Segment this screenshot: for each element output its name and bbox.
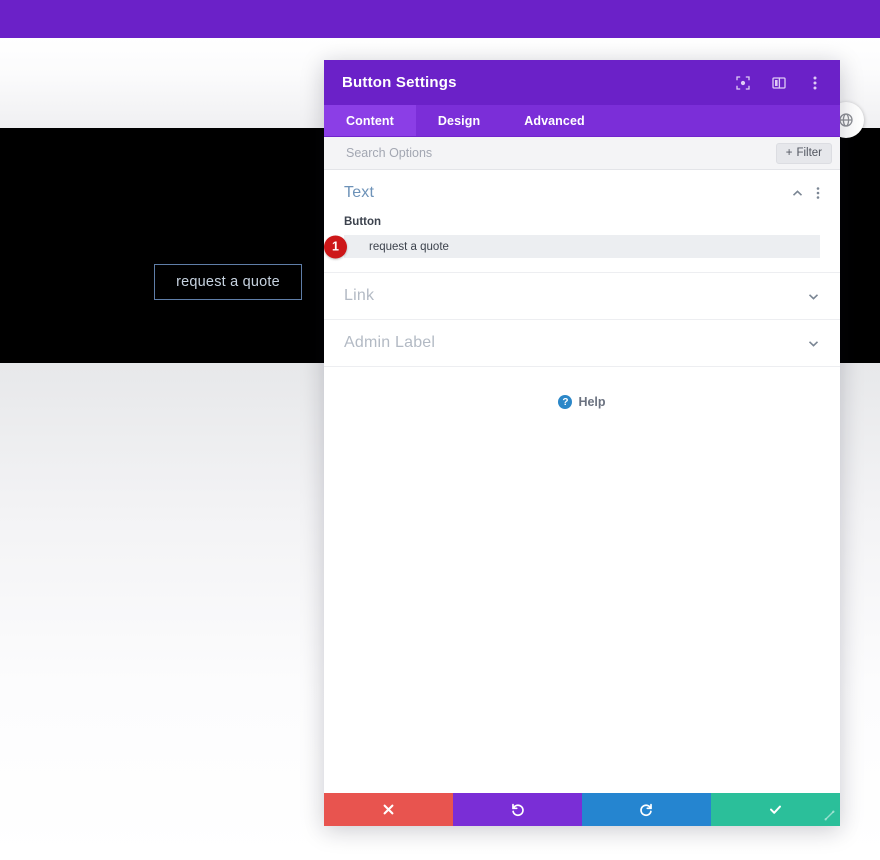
fullscreen-icon[interactable] [732, 72, 754, 94]
button-settings-modal: Button Settings Content Design Advanced … [324, 60, 840, 826]
redo-icon [639, 802, 654, 817]
help-link[interactable]: ? Help [324, 367, 840, 409]
modal-titlebar[interactable]: Button Settings [324, 60, 840, 105]
section-link-icons [807, 290, 820, 303]
layout-panel-icon[interactable] [768, 72, 790, 94]
chevron-down-icon[interactable] [807, 337, 820, 350]
section-admin-label-icons [807, 337, 820, 350]
undo-button[interactable] [453, 793, 582, 826]
section-admin-label: Admin Label [324, 320, 840, 367]
modal-title: Button Settings [342, 74, 457, 91]
tab-design[interactable]: Design [416, 105, 502, 136]
chevron-up-icon[interactable] [791, 187, 804, 200]
undo-icon [510, 802, 525, 817]
more-vertical-icon[interactable] [804, 72, 826, 94]
section-admin-label-header[interactable]: Admin Label [344, 320, 820, 366]
step-badge-1: 1 [324, 235, 347, 258]
chevron-down-icon[interactable] [807, 290, 820, 303]
close-icon [382, 803, 395, 816]
hero-button-label: request a quote [176, 274, 280, 290]
section-text-body: Button 1 [324, 216, 820, 272]
wordpress-admin-bar[interactable] [0, 0, 880, 38]
modal-tabs: Content Design Advanced [324, 105, 840, 137]
modal-footer [324, 793, 840, 826]
section-link-header[interactable]: Link [344, 273, 820, 319]
section-link-title: Link [344, 287, 375, 304]
redo-button[interactable] [582, 793, 711, 826]
filter-button-label: Filter [796, 146, 822, 159]
section-admin-label-title: Admin Label [344, 334, 436, 351]
tab-advanced-label: Advanced [524, 113, 585, 128]
tab-advanced[interactable]: Advanced [502, 105, 607, 136]
tab-content-label: Content [346, 113, 394, 128]
hero-request-a-quote-button[interactable]: request a quote [154, 264, 302, 300]
search-row: + Filter [324, 137, 840, 170]
globe-icon [838, 112, 854, 128]
modal-resize-handle[interactable] [818, 804, 840, 826]
help-question-icon: ? [558, 395, 573, 409]
modal-body: Text Button 1 request a quote Link Admin… [324, 170, 840, 793]
check-icon [768, 802, 783, 817]
tab-design-label: Design [437, 113, 481, 128]
tab-content[interactable]: Content [324, 105, 416, 136]
help-label: Help [578, 395, 606, 409]
titlebar-actions [732, 72, 826, 94]
section-link: Link [324, 273, 840, 320]
filter-button[interactable]: + Filter [775, 142, 832, 164]
section-text-title: Text [344, 184, 375, 201]
section-text: Text Button 1 request a quote [324, 170, 840, 273]
plus-icon: + [785, 146, 793, 159]
button-text-field-label: Button [344, 216, 382, 228]
section-text-icons [791, 186, 820, 200]
search-options-input[interactable] [344, 145, 776, 161]
section-more-vertical-icon[interactable] [816, 186, 820, 200]
button-text-field-wrap: 1 [324, 235, 820, 258]
section-text-header[interactable]: Text [344, 170, 820, 216]
button-text-input[interactable] [344, 235, 820, 258]
cancel-button[interactable] [324, 793, 453, 826]
